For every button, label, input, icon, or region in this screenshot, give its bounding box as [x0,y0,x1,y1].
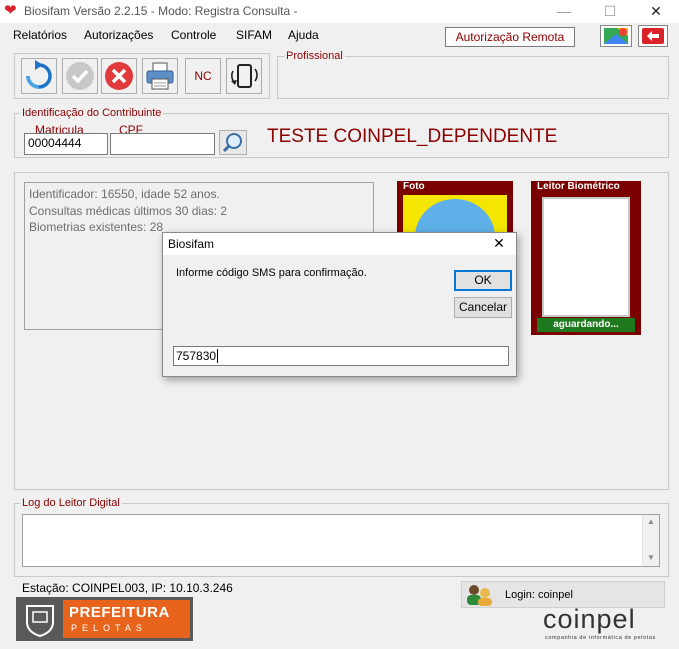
menu-ajuda[interactable]: Ajuda [288,28,319,42]
refresh-button[interactable] [21,58,57,94]
exit-icon[interactable] [638,25,668,47]
pelotas-crest-icon [26,605,54,638]
phone-sync-icon [231,64,258,88]
menu-controle[interactable]: Controle [171,28,216,42]
prefeitura-logo: PREFEITURA PELOTAS [16,597,193,641]
profissional-group [277,56,669,99]
log-label: Log do Leitor Digital [20,497,122,509]
printer-icon [146,62,174,90]
coinpel-subtitle: companhia de informática de pelotas [545,635,656,641]
contribuinte-name: TESTE COINPEL_DEPENDENTE [267,126,558,147]
fingerprint-area [542,197,630,317]
nc-button[interactable]: NC [185,58,221,94]
leitor-status: aguardando... [537,318,635,332]
coinpel-text: coinpel [543,604,636,634]
info-identificador: Identificador: 16550, idade 52 anos. [29,187,220,201]
scroll-up-icon[interactable]: ▲ [647,517,655,526]
maps-icon[interactable] [600,25,632,47]
refresh-icon [26,60,52,89]
info-consultas: Consultas médicas últimos 30 dias: 2 [29,204,228,218]
autorizacao-remota-button[interactable]: Autorização Remota [445,27,575,47]
search-icon [222,133,242,153]
cpf-field[interactable] [110,133,215,155]
confirm-button[interactable] [62,58,98,94]
print-button[interactable] [142,58,178,94]
identificacao-label: Identificação do Contribuinte [20,107,164,119]
profissional-label: Profissional [284,50,345,62]
search-button[interactable] [219,130,247,155]
ok-button[interactable]: OK [454,270,512,291]
device-button[interactable] [226,58,262,94]
login-text: Login: coinpel [505,589,573,601]
menu-relatorios[interactable]: Relatórios [13,28,67,42]
dialog-message: Informe código SMS para confirmação. [176,267,367,279]
menu-autorizacoes[interactable]: Autorizações [84,28,153,42]
log-scrollbar[interactable]: ▲ ▼ [642,515,659,566]
sms-dialog: Biosifam ✕ Informe código SMS para confi… [162,232,517,377]
coinpel-logo: coinpel companhia de informática de pelo… [543,604,668,646]
maximize-button[interactable]: ☐ [587,0,633,23]
biometric-reader-frame: Leitor Biométrico aguardando... [531,181,641,335]
prefeitura-text: PREFEITURA [69,604,170,621]
log-textarea[interactable]: ▲ ▼ [22,514,660,567]
matricula-field[interactable]: 00004444 [24,133,108,155]
minimize-button[interactable]: — [541,0,587,23]
menu-sifam[interactable]: SIFAM [236,28,272,42]
pelotas-text: PELOTAS [71,623,147,633]
cancelar-button[interactable]: Cancelar [454,297,512,318]
users-icon [467,585,492,606]
title-bar: ❤ Biosifam Versão 2.2.15 - Modo: Registr… [0,0,679,23]
info-biometrias: Biometrias existentes: 28 [29,220,164,234]
close-window-button[interactable]: ✕ [633,0,679,23]
dialog-titlebar: Biosifam ✕ [163,233,516,255]
estacao-info: Estação: COINPEL003, IP: 10.10.3.246 [22,581,233,595]
leitor-label: Leitor Biométrico [537,181,620,192]
heart-icon: ❤ [4,2,17,19]
window-title: Biosifam Versão 2.2.15 - Modo: Registra … [24,4,298,18]
prefeitura-banner: PREFEITURA PELOTAS [63,600,190,638]
sms-code-input[interactable]: 757830 [173,346,509,366]
sms-code-value: 757830 [176,349,217,363]
dialog-close-button[interactable]: ✕ [488,235,510,252]
foto-label: Foto [403,181,425,192]
check-icon [66,62,94,90]
cancel-icon [105,62,133,90]
cancel-button[interactable] [101,58,137,94]
dialog-title: Biosifam [168,237,215,251]
scroll-down-icon[interactable]: ▼ [647,553,655,562]
